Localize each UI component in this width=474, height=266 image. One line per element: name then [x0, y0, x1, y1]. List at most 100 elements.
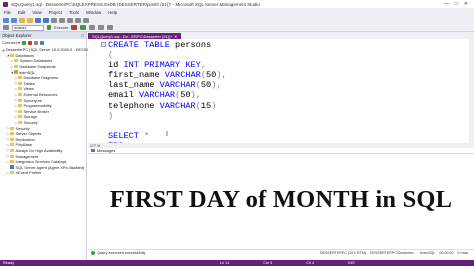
status-user: DESSERTERPC\Desserter...	[369, 250, 417, 255]
tree-node[interactable]: ▷ XEvent Profiler	[0, 170, 86, 176]
editor-scrollbar[interactable]	[469, 39, 474, 143]
disconnect-icon[interactable]	[28, 40, 33, 45]
database-select[interactable]: master	[12, 24, 44, 31]
code-token: id	[108, 60, 124, 71]
comment-icon[interactable]	[98, 25, 105, 30]
folder-icon	[18, 121, 22, 125]
code-token: 50	[200, 80, 212, 91]
tree-node-label: Security	[15, 125, 30, 131]
tree-node-label: XEvent Profiler	[15, 170, 42, 176]
folder-icon	[10, 171, 14, 175]
tree-node[interactable]: SQL Server Agent (Agent XPs disabled)	[0, 164, 86, 170]
code-token: persons	[169, 40, 212, 50]
parse-icon[interactable]	[80, 25, 87, 30]
code-token: email	[108, 90, 139, 101]
open-file-icon[interactable]	[27, 17, 33, 23]
tree-node-label: Management	[15, 153, 39, 159]
standard-toolbar	[0, 16, 474, 24]
code-token: INT PRIMARY KEY	[123, 60, 201, 71]
forward-icon[interactable]	[11, 17, 17, 23]
app-status-bar: Ready Ln 11 Col 4 Ch 4 INS	[0, 260, 474, 266]
query-status-bar: Query executed successfully. DESSERTERPC…	[88, 249, 474, 255]
save-icon[interactable]	[35, 17, 41, 23]
tree-node-label: System Databases	[19, 58, 53, 64]
code-token: ),	[216, 70, 227, 81]
paste-icon[interactable]	[67, 17, 73, 23]
query-status-details: DESSERTERPC (15.0 RTM) DESSERTERPC\Desse…	[320, 251, 468, 255]
folder-icon	[10, 126, 14, 130]
uncomment-icon[interactable]	[107, 25, 114, 30]
save-all-icon[interactable]	[43, 17, 49, 23]
back-icon[interactable]	[3, 17, 9, 23]
menu-tools[interactable]: Tools	[69, 10, 79, 15]
tree-node-label: Views	[23, 86, 34, 92]
code-token: VARCHAR	[159, 100, 196, 111]
code-token: )	[108, 110, 114, 121]
sql-editor-toolbar: master Execute	[0, 24, 474, 32]
undo-icon[interactable]	[75, 17, 81, 23]
cut-icon[interactable]	[51, 17, 57, 23]
tree-node[interactable]: ◢ DesserterPC (SQL Server 15.0.2000.5 - D…	[0, 47, 106, 53]
tab-messages[interactable]: Messages	[97, 148, 115, 153]
code-line: last_name VARCHAR(50),	[108, 80, 227, 90]
ssms-app-icon	[3, 1, 8, 7]
tree-node-label: Database Diagrams	[23, 75, 58, 81]
close-window-button[interactable]: ✕	[464, 1, 468, 7]
database-icon	[14, 70, 18, 75]
maximize-button[interactable]: □	[455, 1, 458, 7]
status-insert-mode: INS	[348, 261, 355, 265]
execute-button[interactable]: Execute	[54, 25, 68, 30]
redo-icon[interactable]	[83, 17, 89, 23]
tree-node-label: Tables	[23, 80, 35, 86]
tab-label: SQLQuery1.sql - De...ERPC\Desserter (51)…	[92, 33, 173, 39]
collapse-icon[interactable]: −	[101, 42, 106, 47]
zoom-level[interactable]: 177 %	[90, 144, 100, 148]
code-token: 50	[180, 90, 191, 101]
code-line: )	[108, 111, 227, 121]
filter-icon[interactable]	[34, 40, 39, 45]
menu-view[interactable]: View	[32, 10, 41, 15]
refresh-icon[interactable]	[40, 40, 45, 45]
database-select-value: master	[14, 25, 27, 30]
results-to-grid-icon[interactable]	[89, 25, 96, 30]
menu-window[interactable]: Window	[86, 10, 101, 15]
folder-icon	[18, 93, 22, 97]
pin-icon[interactable]: □	[81, 33, 84, 38]
connect-button[interactable]: Connect ▾	[2, 40, 20, 45]
menu-project[interactable]: Project	[49, 10, 62, 15]
tree-node-label: Service Broker	[23, 108, 50, 114]
new-query-icon[interactable]	[19, 17, 25, 23]
tree-node-label: Programmability	[23, 103, 52, 109]
code-token: first_name	[108, 70, 165, 81]
success-check-icon	[91, 250, 95, 255]
editor-area: SQLQuery1.sql - De...ERPC\Desserter (51)…	[88, 32, 474, 260]
close-tab-icon[interactable]: ✕	[174, 34, 177, 39]
copy-icon[interactable]	[59, 17, 65, 23]
code-token: VARCHAR	[138, 90, 176, 101]
query-editor[interactable]: − CREATE TABLE persons(id INT PRIMARY KE…	[88, 39, 474, 151]
connect-icon[interactable]	[22, 40, 27, 45]
window-title: SQLQuery1.sql - DesserterPC\SQLEXPRESS.E…	[11, 1, 260, 7]
code-token: ),	[211, 80, 222, 91]
menu-file[interactable]: File	[4, 10, 11, 15]
tree-node-label: Always On High Availability	[15, 147, 63, 153]
folder-icon	[10, 148, 14, 152]
execute-icon[interactable]	[47, 25, 51, 30]
status-elapsed: 00:00:00	[439, 250, 454, 255]
folder-icon	[18, 81, 22, 85]
cursor-position: Ln 11 Col 4 Ch 4 INS	[220, 261, 354, 265]
available-databases-icon[interactable]	[3, 25, 9, 30]
cancel-query-icon[interactable]	[71, 25, 78, 30]
menu-bar: File Edit View Project Tools Window Help	[0, 8, 474, 16]
code-token: ,	[200, 60, 207, 71]
minimize-button[interactable]: —	[444, 1, 449, 7]
tree-node-label: Server Objects	[15, 131, 42, 137]
folder-icon	[14, 65, 18, 69]
window-controls: — □ ✕	[444, 1, 468, 7]
menu-help[interactable]: Help	[108, 10, 117, 15]
folder-icon	[10, 143, 14, 147]
status-rows: 0 rows	[457, 250, 468, 255]
menu-edit[interactable]: Edit	[18, 10, 25, 15]
expand-toggle-icon[interactable]: ◢	[2, 48, 4, 52]
